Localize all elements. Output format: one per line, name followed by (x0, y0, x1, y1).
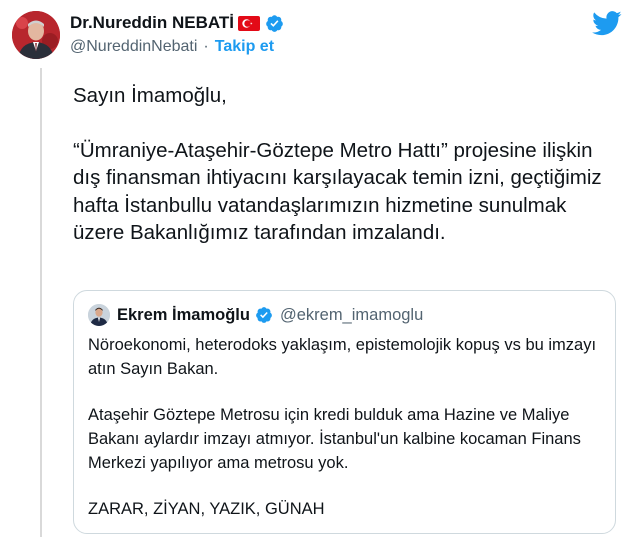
quoted-tweet[interactable]: Ekrem İmamoğlu @ekrem_imamoglu Nöroekono… (73, 290, 616, 534)
tweet-header: Dr.Nureddin NEBATİ @NureddinNebati · Tak… (12, 11, 624, 67)
quoted-tweet-header: Ekrem İmamoğlu @ekrem_imamoglu (88, 304, 423, 326)
quoted-paragraph: Ataşehir Göztepe Metrosu için kredi buld… (88, 406, 581, 472)
turkey-flag-icon (238, 15, 261, 31)
tweet-body: Sayın İmamoğlu, “Ümraniye-Ataşehir-Gözte… (73, 82, 623, 247)
thread-line (40, 68, 42, 537)
author-handle[interactable]: @NureddinNebati (70, 38, 197, 56)
verified-badge-icon (256, 307, 272, 323)
twitter-bird-icon[interactable] (592, 11, 622, 36)
quoted-author-avatar[interactable] (88, 304, 110, 326)
tweet-greeting: Sayın İmamoğlu, (73, 84, 227, 107)
author-avatar[interactable] (12, 11, 60, 59)
separator-dot: · (203, 38, 209, 55)
follow-button[interactable]: Takip et (215, 38, 274, 56)
quoted-tweet-body: Nöroekonomi, heterodoks yaklaşım, episte… (88, 333, 603, 543)
author-display-name[interactable]: Dr.Nureddin NEBATİ (70, 13, 234, 33)
verified-badge-icon (266, 14, 283, 32)
quoted-paragraph: ZARAR, ZİYAN, YAZIK, GÜNAH (88, 500, 325, 518)
quoted-author-handle[interactable]: @ekrem_imamoglu (280, 306, 423, 325)
quoted-paragraph: Nöroekonomi, heterodoks yaklaşım, episte… (88, 336, 597, 378)
tweet-text: “Ümraniye-Ataşehir-Göztepe Metro Hattı” … (73, 138, 602, 245)
quoted-author-display-name[interactable]: Ekrem İmamoğlu (117, 306, 250, 325)
